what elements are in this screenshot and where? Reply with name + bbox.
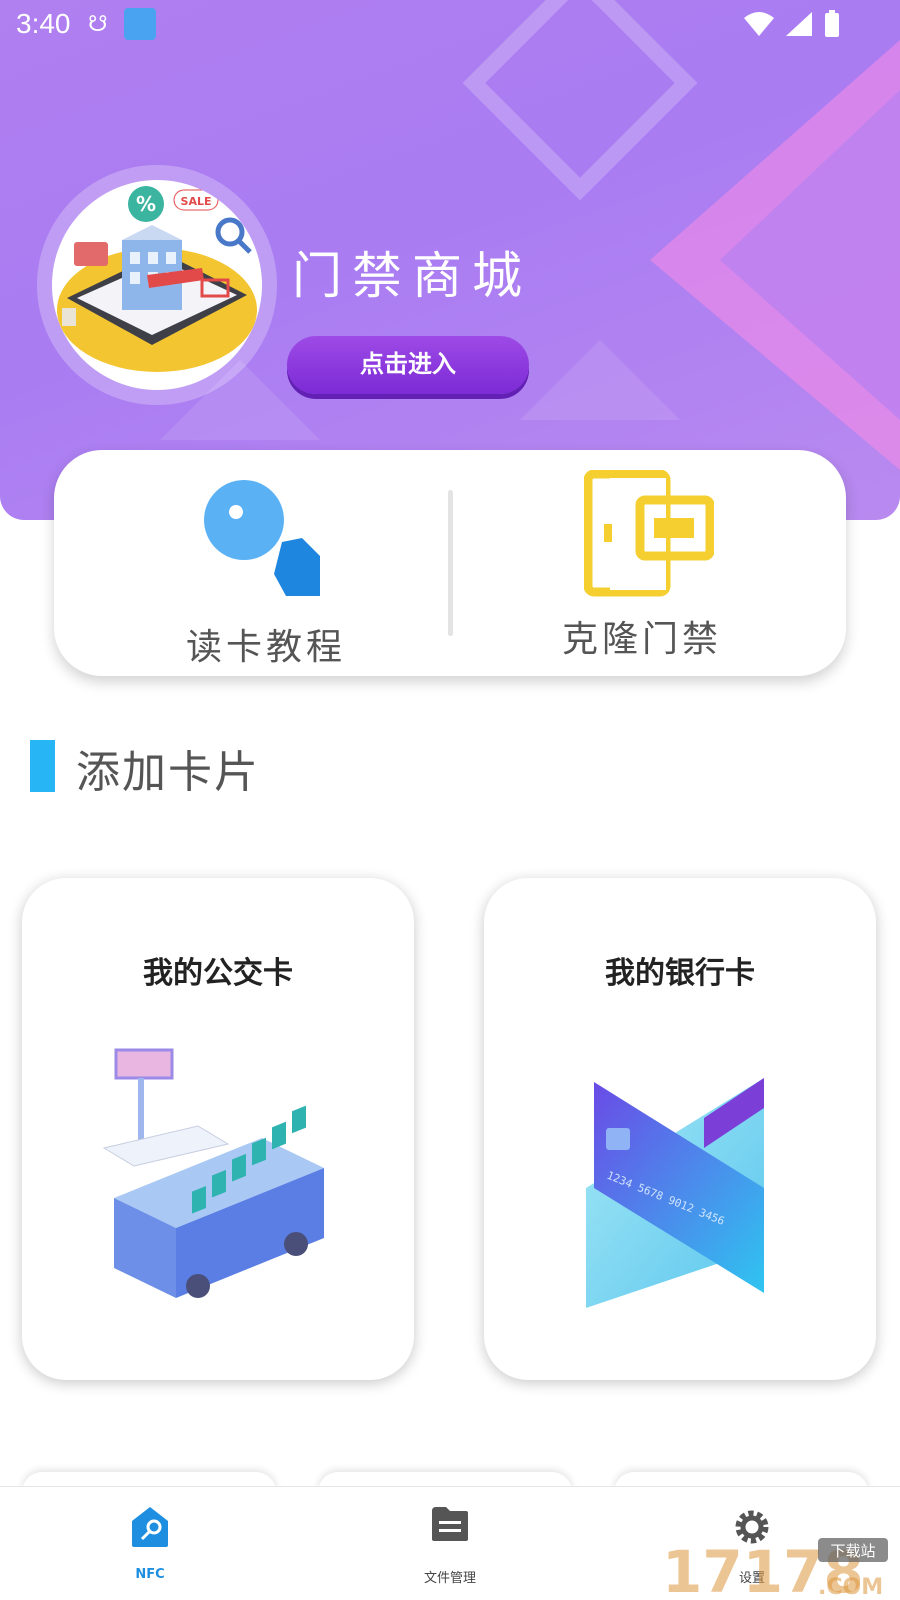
nav-label-file-management: 文件管理 <box>423 1571 476 1586</box>
bus-card-tile[interactable]: 我的公交卡 <box>22 878 414 1380</box>
wifi-icon <box>744 12 774 36</box>
key-icon <box>204 480 320 596</box>
bus-card-title: 我的公交卡 <box>143 956 293 991</box>
section-accent-bar <box>30 740 55 792</box>
clone-access-label: 克隆门禁 <box>561 619 722 660</box>
bank-card-icon: 1234 5678 9012 3456 <box>586 1078 764 1308</box>
mall-avatar[interactable]: % SALE <box>52 180 262 390</box>
status-bar: 3:40 ☋ <box>0 0 900 48</box>
percent-badge: % <box>136 192 156 216</box>
signal-icon <box>786 12 812 36</box>
bank-card-tile[interactable]: 我的银行卡 1234 5678 9012 3456 <box>484 878 876 1380</box>
nav-tab-file-management[interactable]: 文件管理 <box>350 1487 550 1600</box>
notification-icon: ☋ <box>88 12 108 37</box>
mall-title: 门禁商城 <box>292 247 532 305</box>
door-card-icon <box>584 470 714 597</box>
app-notification-icon <box>124 8 156 40</box>
bus-icon <box>102 1048 324 1298</box>
watermark-tag: 下载站 <box>830 1542 875 1560</box>
nav-label-nfc: NFC <box>135 1567 165 1582</box>
status-time: 3:40 <box>16 8 71 39</box>
nav-tab-nfc[interactable]: NFC <box>50 1487 250 1600</box>
site-watermark: 17178 下载站 .COM <box>662 1538 888 1598</box>
battery-icon <box>825 10 839 37</box>
section-title: 添加卡片 <box>76 747 260 798</box>
read-card-tutorial-button[interactable]: 读卡教程 <box>76 450 456 676</box>
enter-mall-button[interactable]: 点击进入 <box>287 336 529 394</box>
watermark-suffix: .COM <box>818 1575 883 1598</box>
store-illustration-icon: % SALE <box>57 186 257 372</box>
header-banner: 3:40 ☋ % SALE 门禁商城 点击进入 <box>0 0 900 520</box>
clone-access-button[interactable]: 克隆门禁 <box>452 450 832 676</box>
read-card-tutorial-label: 读卡教程 <box>185 627 346 668</box>
status-icons <box>744 10 840 38</box>
sale-tag: SALE <box>181 195 212 208</box>
nfc-key-icon <box>132 1507 168 1547</box>
folder-icon <box>432 1507 468 1541</box>
quick-actions-card: 读卡教程 克隆门禁 <box>54 450 846 676</box>
bank-card-title: 我的银行卡 <box>605 956 755 991</box>
